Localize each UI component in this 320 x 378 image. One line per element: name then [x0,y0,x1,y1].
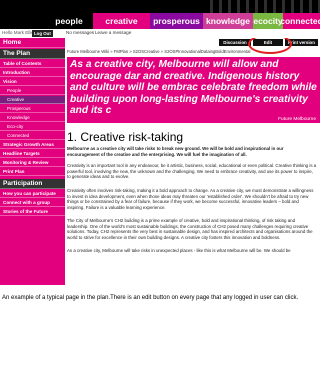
main-content: Discussion Edit Print version Future Mel… [65,38,320,285]
banner-text: As a creative city, Melbourne will allow… [70,59,317,116]
sidebar-item-connected[interactable]: Connected [0,132,65,140]
sidebar-section-participation[interactable]: Participation [0,179,65,189]
body-paragraph: Creativity often involves risk-taking, m… [67,188,314,210]
tab-connected[interactable]: connected [280,13,320,29]
breadcrumb: Future Melbourne Wiki » FMPlan » S2OSCre… [67,49,251,54]
banner-footer: Future Melbourne [278,117,316,122]
sidebar-item-home[interactable]: Home [0,38,65,48]
user-bar: Hello Mark Elliott Log Out No messages L… [0,29,320,38]
sidebar-item-group[interactable]: Connect with a group [0,199,65,207]
sidebar-item-growth-areas[interactable]: Strategic Growth Areas [0,141,65,149]
sidebar-item-stories[interactable]: Stories of the Future [0,208,65,216]
sidebar-item-print-plan[interactable]: Print Plan [0,168,65,176]
sidebar-item-ecocity[interactable]: Eco-city [0,123,65,131]
tab-prosperous[interactable]: prosperous [150,13,203,29]
vision-banner: As a creative city, Melbourne will allow… [67,57,320,123]
figure-caption: An example of a typical page in the plan… [2,295,299,301]
highlight-circle [248,38,292,54]
screenshot: people creative prosperous knowledge eco… [0,0,320,285]
sidebar-item-participate[interactable]: How you can participate [0,190,65,198]
messages-status: No messages [66,30,95,35]
sidebar-item-prosperous[interactable]: Prosperous [0,105,65,113]
discussion-button[interactable]: Discussion [219,39,251,46]
tab-ecocity[interactable]: ecocity [253,13,283,29]
tab-creative[interactable]: creative [93,13,150,29]
header-pattern [210,0,320,13]
body-paragraph: As a creative city, Melbourne will take … [67,248,291,253]
top-navigation: people creative prosperous knowledge eco… [0,0,320,29]
sidebar-item-monitoring[interactable]: Monitoring & Review [0,159,65,167]
tab-people[interactable]: people [45,13,93,29]
sidebar-item-knowledge[interactable]: Knowledge [0,114,65,122]
sidebar-item-creative[interactable]: Creative [0,96,65,104]
logout-button[interactable]: Log Out [32,30,53,37]
body-paragraph: Creativity is an important tool in any e… [67,163,317,180]
body-paragraph: The City of Melbourne's CH2 building is … [67,218,313,240]
sidebar-item-targets[interactable]: Headline Targets [0,150,65,158]
sidebar-item-vision[interactable]: Vision [0,78,65,86]
tab-knowledge[interactable]: knowledge [203,13,253,29]
intro-paragraph: Melbourne as a creative city will take r… [67,146,284,157]
sidebar-item-introduction[interactable]: Introduction [0,69,65,77]
leave-message-link[interactable]: Leave a message [95,30,131,35]
page-title: 1. Creative risk-taking [67,130,184,144]
sidebar-section-plan[interactable]: The Plan [0,49,65,59]
sidebar-item-people[interactable]: People [0,87,65,95]
sidebar: Home The Plan Table of Contents Introduc… [0,38,65,285]
sidebar-item-toc[interactable]: Table of Contents [0,60,65,68]
